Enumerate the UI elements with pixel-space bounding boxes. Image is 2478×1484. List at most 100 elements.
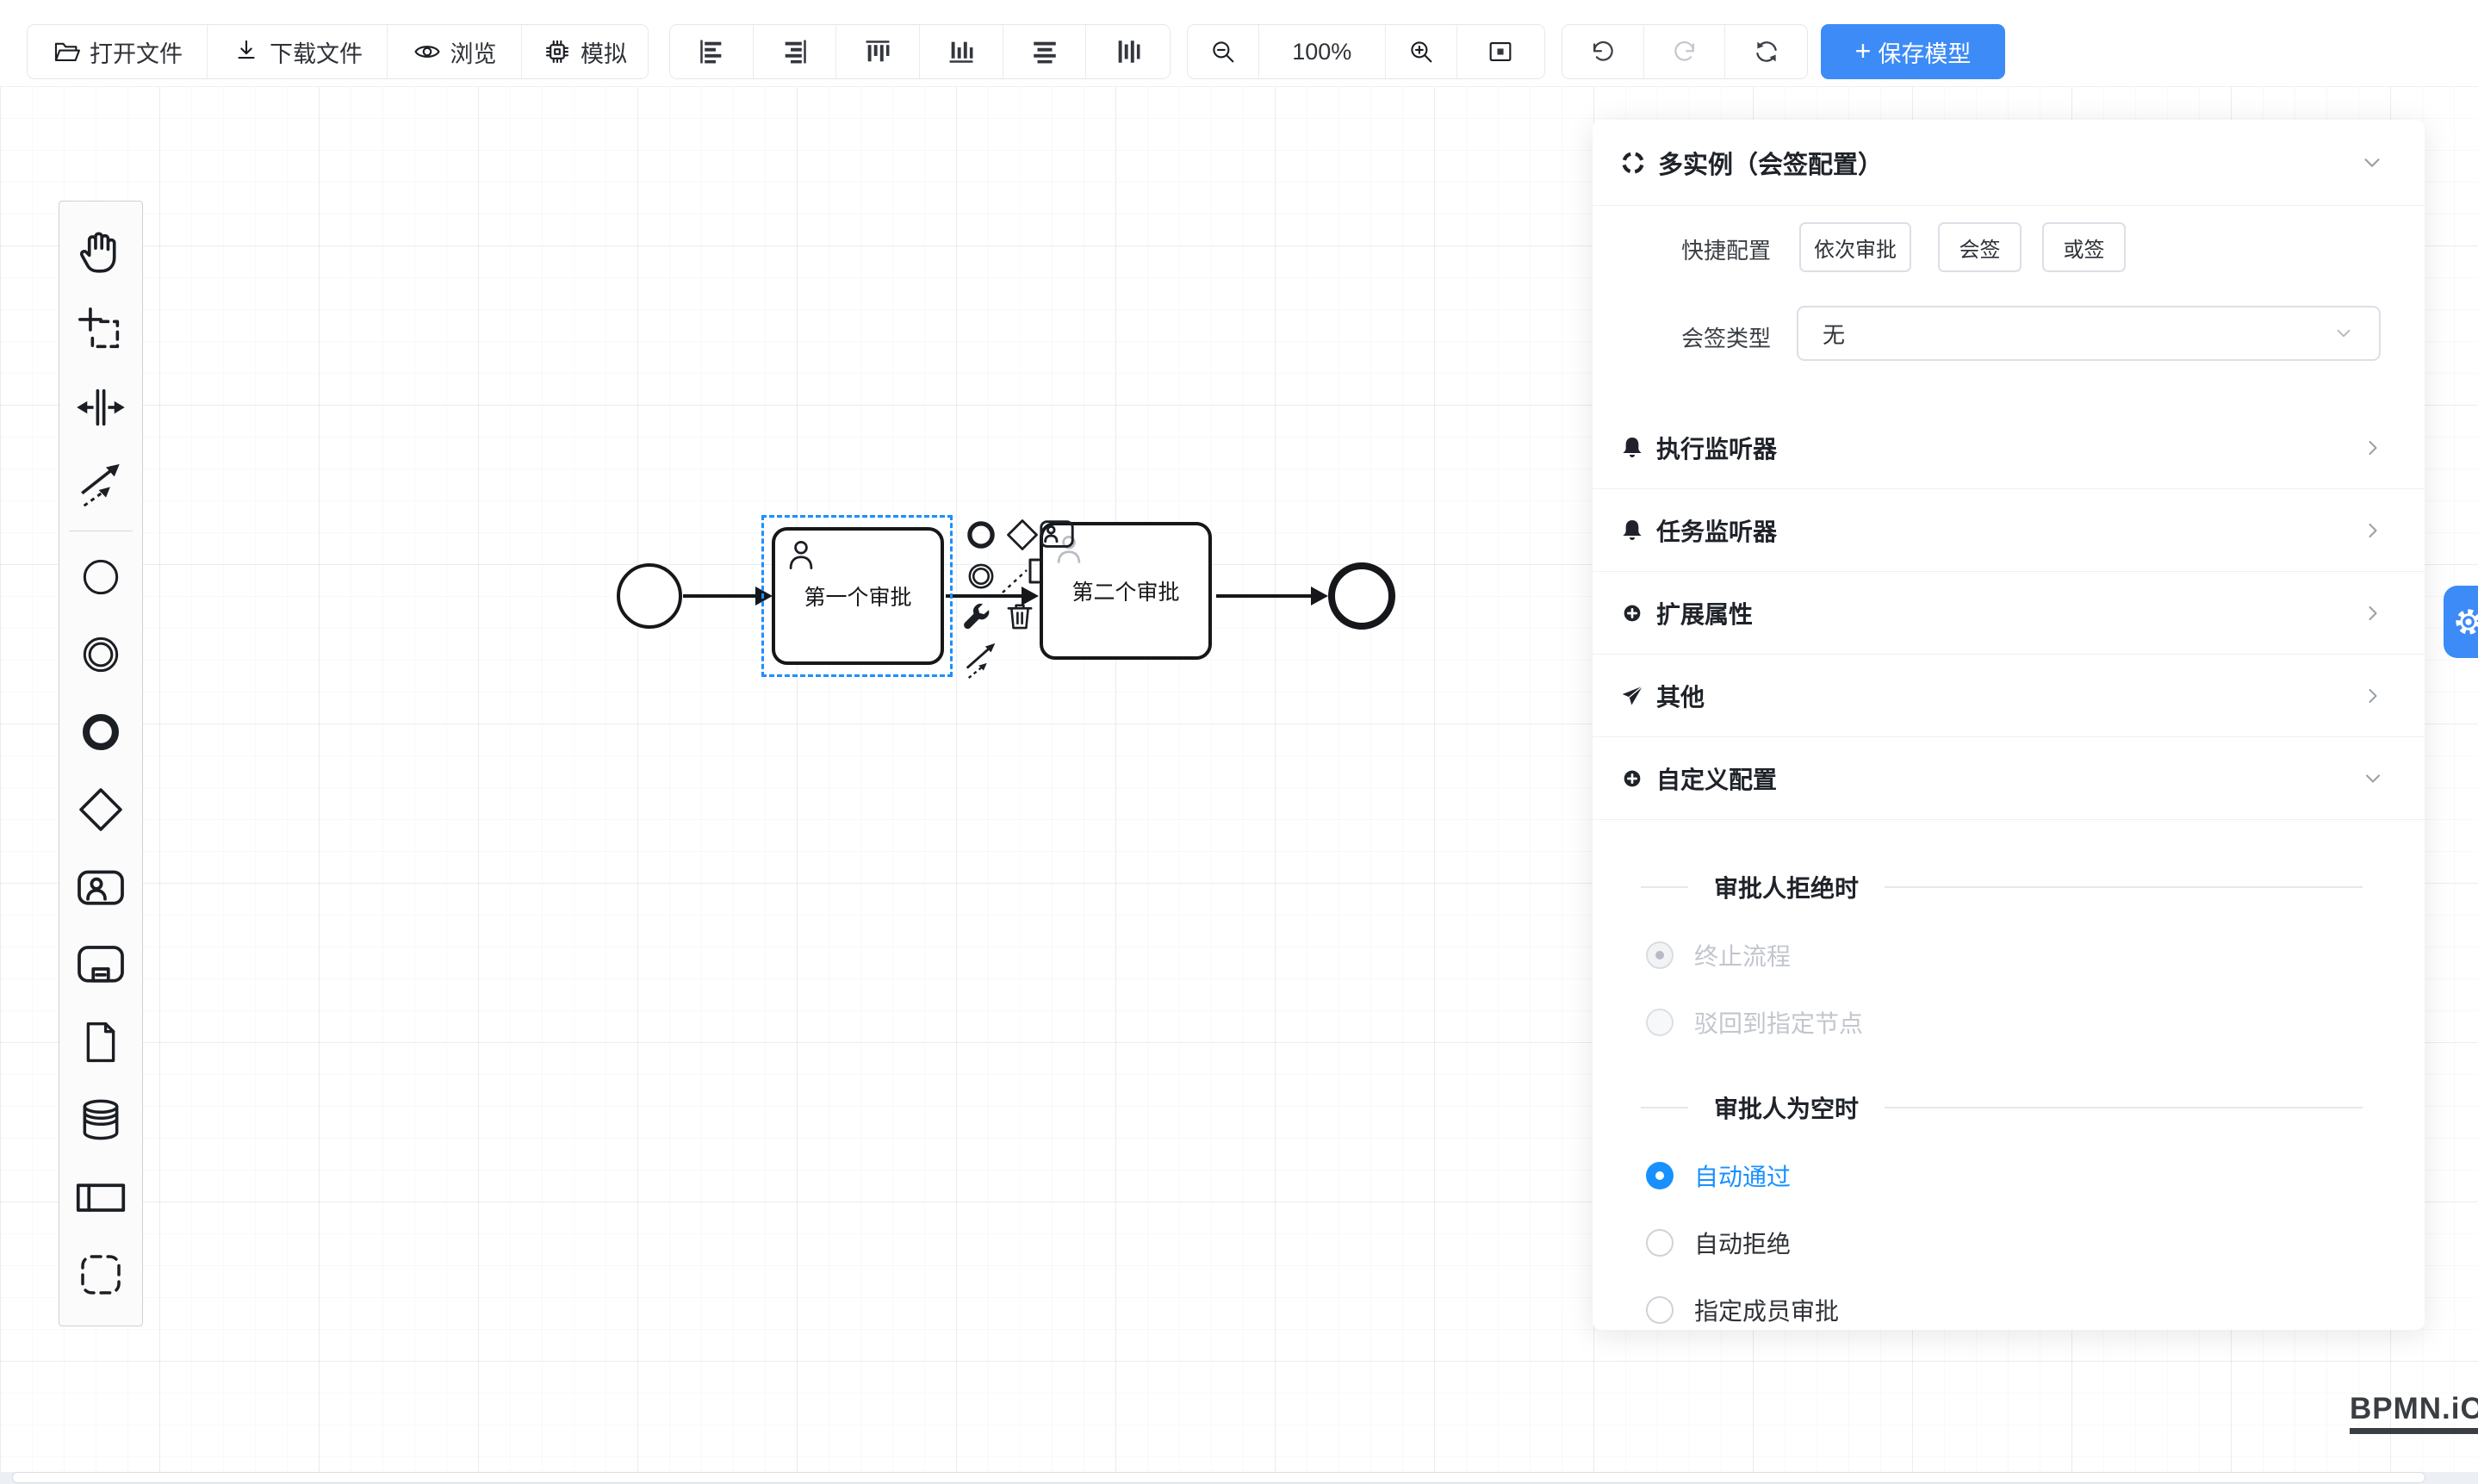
multi-instance-icon <box>1618 148 1648 177</box>
create-intermediate-event[interactable] <box>62 616 140 693</box>
redo-icon <box>1670 37 1699 66</box>
bell-icon <box>1618 434 1646 462</box>
gear-icon <box>2451 605 2478 639</box>
radio-assign-member[interactable]: 指定成员审批 <box>1646 1293 1839 1327</box>
hand-tool[interactable] <box>62 214 140 291</box>
section-task-listener[interactable]: 任务监听器 <box>1593 489 2425 572</box>
align-top-icon <box>863 37 892 66</box>
redo-button[interactable] <box>1644 25 1726 78</box>
refresh-icon <box>1752 37 1781 66</box>
align-bottom-button[interactable] <box>920 25 1003 78</box>
folder-open-icon <box>52 37 81 66</box>
quick-config-countersign-button[interactable]: 会签 <box>1938 222 2022 272</box>
radio-icon <box>1646 1162 1674 1189</box>
create-data-object[interactable] <box>62 1003 140 1081</box>
reject-group-title: 审批人拒绝时 <box>1641 870 2363 904</box>
radio-auto-reject[interactable]: 自动拒绝 <box>1646 1226 1791 1260</box>
task-first-approval[interactable]: 第一个审批 <box>772 527 944 665</box>
plus-circle-icon <box>1618 765 1646 792</box>
plus-circle-icon <box>1618 599 1646 627</box>
save-model-button[interactable]: 保存模型 <box>1821 24 2005 79</box>
align-top-button[interactable] <box>836 25 920 78</box>
change-type-wrench-icon[interactable] <box>956 597 997 638</box>
create-gateway[interactable] <box>62 771 140 848</box>
open-file-label: 打开文件 <box>90 35 183 69</box>
scrollbar-thumb[interactable] <box>12 1472 2425 1483</box>
undo-button[interactable] <box>1562 25 1644 78</box>
delete-trash-icon[interactable] <box>999 595 1040 636</box>
quick-config-orsign-button[interactable]: 或签 <box>2042 222 2126 272</box>
create-call-activity[interactable] <box>62 926 140 1003</box>
section-label: 扩展属性 <box>1656 596 2361 630</box>
create-group[interactable] <box>62 1236 140 1313</box>
global-connect-tool[interactable] <box>62 446 140 524</box>
section-label: 任务监听器 <box>1656 513 2361 548</box>
section-custom-config[interactable]: 自定义配置 <box>1593 737 2425 820</box>
radio-auto-pass[interactable]: 自动通过 <box>1646 1158 1791 1193</box>
download-file-button[interactable]: 下载文件 <box>208 25 388 78</box>
horizontal-scrollbar <box>0 1472 2478 1484</box>
create-start-event[interactable] <box>62 538 140 616</box>
radio-terminate-process[interactable]: 终止流程 <box>1646 938 1791 972</box>
radio-return-to-node[interactable]: 驳回到指定节点 <box>1646 1005 1863 1040</box>
align-center-horizontal-button[interactable] <box>1003 25 1087 78</box>
chevron-down-icon <box>2359 150 2385 176</box>
chevron-down-icon <box>2361 767 2385 791</box>
sign-type-select[interactable]: 无 <box>1797 306 2381 361</box>
space-tool[interactable] <box>62 369 140 446</box>
align-center-vertical-button[interactable] <box>1086 25 1170 78</box>
simulate-label: 模拟 <box>581 35 627 69</box>
radio-label: 自动通过 <box>1694 1158 1791 1193</box>
create-participant[interactable] <box>62 1158 140 1236</box>
zoom-level-label: 100% <box>1292 39 1351 65</box>
align-left-icon <box>697 37 726 66</box>
section-extended-properties[interactable]: 扩展属性 <box>1593 572 2425 655</box>
connect-tool-icon[interactable] <box>961 639 1003 680</box>
chip-icon <box>543 37 572 66</box>
create-data-store[interactable] <box>62 1081 140 1158</box>
chevron-down-icon <box>2332 322 2355 345</box>
radio-label: 驳回到指定节点 <box>1694 1005 1863 1040</box>
empty-group-title: 审批人为空时 <box>1641 1090 2363 1125</box>
create-user-task[interactable] <box>62 848 140 926</box>
zoom-out-button[interactable] <box>1188 25 1259 78</box>
file-button-group: 打开文件 下载文件 浏览 模拟 <box>27 24 649 79</box>
fit-viewport-button[interactable] <box>1457 25 1545 78</box>
section-execution-listener[interactable]: 执行监听器 <box>1593 407 2425 489</box>
preview-label: 浏览 <box>450 35 497 69</box>
chevron-right-icon <box>2361 684 2385 708</box>
align-right-button[interactable] <box>754 25 837 78</box>
sign-type-value: 无 <box>1823 318 2332 350</box>
align-left-button[interactable] <box>670 25 754 78</box>
open-file-button[interactable]: 打开文件 <box>28 25 208 78</box>
align-right-icon <box>780 37 810 66</box>
zoom-in-button[interactable] <box>1386 25 1457 78</box>
lasso-tool[interactable] <box>62 291 140 369</box>
preview-button[interactable]: 浏览 <box>388 25 522 78</box>
settings-gear-tab[interactable] <box>2444 586 2478 658</box>
simulate-button[interactable]: 模拟 <box>522 25 648 78</box>
zoom-level[interactable]: 100% <box>1259 25 1386 78</box>
sign-type-label: 会签类型 <box>1681 321 1771 353</box>
quick-config-sequential-button[interactable]: 依次审批 <box>1799 222 1911 272</box>
user-task-icon <box>782 536 820 574</box>
radio-label: 终止流程 <box>1694 938 1791 972</box>
section-other[interactable]: 其他 <box>1593 655 2425 737</box>
panel-title: 多实例（会签配置） <box>1658 145 2359 181</box>
chevron-right-icon <box>2361 518 2385 543</box>
send-icon <box>1618 682 1646 710</box>
undo-icon <box>1588 37 1618 66</box>
save-model-label: 保存模型 <box>1878 35 1971 69</box>
refresh-button[interactable] <box>1725 25 1807 78</box>
multi-instance-header[interactable]: 多实例（会签配置） <box>1593 120 2425 206</box>
zoom-in-icon <box>1407 37 1436 66</box>
task-label: 第二个审批 <box>1071 575 1179 606</box>
properties-panel: 多实例（会签配置） 快捷配置 依次审批 会签 或签 会签类型 无 执行监听器 任… <box>1593 120 2425 1330</box>
history-button-group <box>1562 24 1808 79</box>
tool-palette <box>59 201 143 1326</box>
radio-icon <box>1646 1296 1674 1324</box>
create-end-event[interactable] <box>62 693 140 771</box>
radio-label: 自动拒绝 <box>1694 1226 1791 1260</box>
radio-icon <box>1646 941 1674 969</box>
plus-icon <box>1855 37 1872 66</box>
